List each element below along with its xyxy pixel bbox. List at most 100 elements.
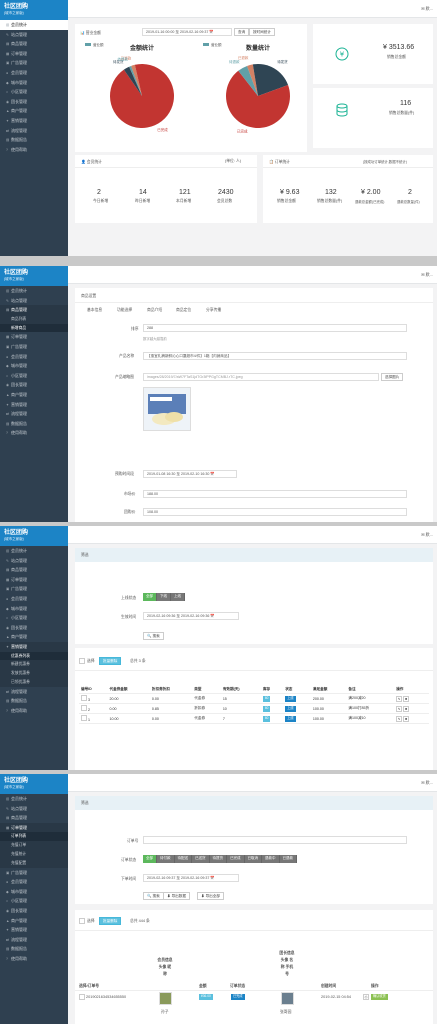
tab-basic[interactable]: 基本信息 — [87, 308, 102, 313]
status-badge[interactable]: 上线 — [285, 705, 296, 712]
nav-city[interactable]: ◆ 城市管理 — [0, 361, 68, 371]
order-status-option[interactable]: 待配送 — [174, 855, 192, 863]
print-icon[interactable]: ⎙ — [363, 994, 369, 1000]
nav-shop[interactable]: ✎ 站点管理 — [0, 804, 68, 814]
presale-range-input[interactable]: 2019-01-08 16:30 至 2019-02-10 16:30 📅 — [143, 470, 237, 478]
row-checkbox[interactable] — [81, 715, 87, 721]
nav-order[interactable]: ▦ 订单管理 — [0, 49, 68, 59]
group-price-input[interactable]: 108.00 — [143, 508, 407, 516]
order-time-input[interactable]: 2019-02-16 09:37 至 2019-02-16 09:37 📅 — [143, 874, 239, 882]
user-menu[interactable]: ✉ 默... — [421, 272, 433, 278]
order-no[interactable]: 2019021634534655550 — [86, 995, 126, 999]
nav-marketing[interactable]: ✦ 营销管理 — [0, 641, 68, 652]
nav-data[interactable]: ▧ 数据报告 — [0, 419, 68, 429]
nav-help[interactable]: ? 使用帮助 — [0, 954, 68, 964]
order-no-input[interactable] — [143, 836, 407, 844]
brand[interactable]: 社区团购 (城市之家版) — [0, 266, 68, 286]
nav-distribution[interactable]: ⇄ 流程管理 — [0, 687, 68, 697]
search-button[interactable]: 🔍 搜索 — [143, 892, 164, 900]
nav-merchant[interactable]: ▲ 商户管理 — [0, 916, 68, 926]
select-all-checkbox[interactable] — [79, 918, 85, 924]
nav-goods[interactable]: ▤ 商品管理 — [0, 39, 68, 49]
nav-order[interactable]: ▦ 订单管理 — [0, 822, 68, 833]
delete-icon[interactable]: ✖ — [403, 705, 410, 712]
img-path-input[interactable]: images/28/2019/7/aW7FTaS1jdTGr3fPPGgTCMB… — [143, 373, 379, 381]
nav-city[interactable]: ◆ 城市管理 — [0, 78, 68, 88]
order-status-option[interactable]: 已送货 — [192, 855, 210, 863]
nav-community[interactable]: ⌂ 小区管理 — [0, 87, 68, 97]
date-range-input[interactable]: 2019-01-16 00:00 至 2019-02-16 09:37 📅 — [142, 28, 232, 36]
tab-position[interactable]: 商品定位 — [176, 308, 191, 313]
user-menu[interactable]: ✉ 默... — [421, 780, 433, 786]
delete-icon[interactable]: ✖ — [403, 695, 410, 702]
user-menu[interactable]: ✉ 默... — [421, 532, 433, 538]
nav-marketing[interactable]: ✦ 营销管理 — [0, 400, 68, 410]
edit-icon[interactable]: ✎ — [396, 715, 403, 722]
nav-community[interactable]: ⌂ 小区管理 — [0, 371, 68, 381]
nav-coupon-issue[interactable]: 发放优惠券 — [0, 669, 68, 678]
search-button[interactable]: 🔍 搜索 — [143, 632, 164, 640]
effective-time-input[interactable]: 2019-02-16 09:36 至 2019-02-16 09:36 📅 — [143, 612, 239, 620]
nav-member[interactable]: ● 会员管理 — [0, 68, 68, 78]
nav-goods-list[interactable]: 商品列表 — [0, 314, 68, 324]
order-status-option[interactable]: 待付款 — [157, 855, 175, 863]
nav-group[interactable]: ◉ 团长管理 — [0, 623, 68, 633]
status-badge[interactable]: 上线 — [285, 715, 296, 722]
status-badge[interactable]: 上线 — [285, 695, 296, 702]
nav-goods-add[interactable]: 新增商品 — [0, 323, 68, 333]
market-price-input[interactable]: 188.00 — [143, 490, 407, 498]
query-button[interactable]: 查询 — [234, 28, 250, 36]
nav-group[interactable]: ◉ 团长管理 — [0, 97, 68, 107]
nav-distribution[interactable]: ⇄ 流程管理 — [0, 935, 68, 945]
row-checkbox[interactable] — [81, 695, 87, 701]
nav-help[interactable]: ? 使用帮助 — [0, 145, 68, 155]
nav-coupon-list[interactable]: 优惠券列表 — [0, 651, 68, 661]
status-online[interactable]: 上线 — [171, 593, 185, 601]
nav-data[interactable]: ▧ 数据报告 — [0, 696, 68, 706]
nav-marketing[interactable]: ✦ 营销管理 — [0, 925, 68, 935]
nav-goods[interactable]: ▤ 商品管理 — [0, 565, 68, 575]
order-status-option[interactable]: 已取消 — [244, 855, 262, 863]
status-offline[interactable]: 下线 — [157, 593, 171, 601]
nav-order[interactable]: ▦ 订单管理 — [0, 575, 68, 585]
nav-order-list[interactable]: 订单列表 — [0, 832, 68, 842]
nav-community[interactable]: ⌂ 小区管理 — [0, 613, 68, 623]
nav-ad[interactable]: ▣ 广告管理 — [0, 58, 68, 68]
nav-goods[interactable]: ▤ 商品管理 — [0, 305, 68, 315]
brand[interactable]: 社区团购 (城市之家版) — [0, 526, 68, 546]
order-status-option[interactable]: 全部 — [143, 855, 157, 863]
nav-member[interactable]: ● 会员管理 — [0, 594, 68, 604]
nav-group[interactable]: ◉ 团长管理 — [0, 380, 68, 390]
row-checkbox[interactable] — [79, 994, 85, 1000]
export-button[interactable]: ⬇ 导出数据 — [163, 892, 190, 900]
nav-member[interactable]: ● 会员管理 — [0, 877, 68, 887]
nav-ad[interactable]: ▣ 广告管理 — [0, 342, 68, 352]
nav-order-recharge[interactable]: 充值订单 — [0, 841, 68, 850]
nav-coupon-used[interactable]: 已领优惠券 — [0, 677, 68, 687]
nav-data[interactable]: ▧ 数据报告 — [0, 944, 68, 954]
export-all-button[interactable]: ⬇ 导出全部 — [197, 892, 224, 900]
nav-city[interactable]: ◆ 城市管理 — [0, 604, 68, 614]
nav-city[interactable]: ◆ 城市管理 — [0, 887, 68, 897]
edit-icon[interactable]: ✎ — [396, 705, 403, 712]
edit-icon[interactable]: ✎ — [396, 695, 403, 702]
nav-marketing[interactable]: ✦ 营销管理 — [0, 116, 68, 126]
nav-group[interactable]: ◉ 团长管理 — [0, 906, 68, 916]
nav-shop[interactable]: ✎ 站点管理 — [0, 30, 68, 40]
nav-data[interactable]: ▧ 数据报告 — [0, 135, 68, 145]
nav-dashboard[interactable]: ▥ 会员统计 — [0, 286, 68, 296]
brand[interactable]: 社区团购 (城市之家版) — [0, 774, 68, 794]
nav-help[interactable]: ? 使用帮助 — [0, 706, 68, 716]
nav-order-stats[interactable]: 充值统计 — [0, 849, 68, 859]
nav-distribution[interactable]: ⇄ 流程管理 — [0, 409, 68, 419]
confirm-receipt-button[interactable]: 确认收货 — [371, 994, 388, 1000]
nav-order[interactable]: ▦ 订单管理 — [0, 332, 68, 342]
brand[interactable]: 社区团购 (城市之家版) — [0, 0, 68, 20]
tab-share[interactable]: 分享传播 — [206, 308, 221, 313]
order-status-option[interactable]: 已完成 — [227, 855, 245, 863]
name-input[interactable]: 【惠宜礼摘新鲜沁心口罩超市4/件】1箱【内销商品】 — [143, 352, 407, 360]
user-menu[interactable]: ✉ 默... — [421, 6, 433, 12]
nav-ad[interactable]: ▣ 广告管理 — [0, 868, 68, 878]
nav-merchant[interactable]: ▲ 商户管理 — [0, 390, 68, 400]
nav-dashboard[interactable]: ▥ 会员统计 — [0, 546, 68, 556]
